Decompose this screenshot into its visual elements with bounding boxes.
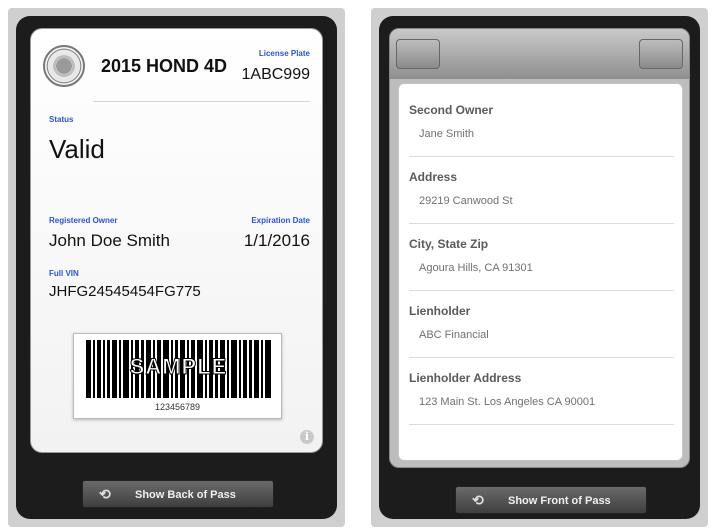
detail-row-city-state-zip: City, State Zip Agoura Hills, CA 91301 — [399, 224, 682, 291]
back-details-panel: Second Owner Jane Smith Address 29219 Ca… — [398, 83, 683, 461]
detail-label: Second Owner — [409, 103, 494, 117]
show-back-button[interactable]: ⟲ Show Back of Pass — [82, 480, 274, 508]
barcode-number: 123456789 — [154, 402, 201, 412]
header-divider — [93, 101, 310, 102]
detail-value: Agoura Hills, CA 91301 — [419, 262, 533, 274]
vin-value: JHFG24545454FG775 — [49, 283, 201, 300]
front-pass-screen: 2015 HOND 4D License Plate 1ABC999 Statu… — [16, 16, 337, 519]
top-left-button[interactable] — [396, 39, 440, 69]
front-pass-card: 2015 HOND 4D License Plate 1ABC999 Statu… — [30, 28, 323, 453]
barcode-sample-overlay: SAMPLE — [129, 354, 228, 380]
detail-value: 29219 Canwood St — [419, 195, 513, 207]
show-front-label: Show Front of Pass — [508, 495, 611, 507]
detail-row-lienholder-address: Lienholder Address 123 Main St. Los Ange… — [399, 358, 682, 425]
detail-label: City, State Zip — [409, 237, 489, 251]
vin-label: Full VIN — [49, 269, 79, 278]
detail-value: 123 Main St. Los Angeles CA 90001 — [419, 396, 596, 408]
back-pass-screen: Second Owner Jane Smith Address 29219 Ca… — [379, 16, 700, 519]
barcode-box: SAMPLE 123456789 — [73, 333, 282, 419]
row-divider — [409, 424, 674, 425]
status-label: Status — [49, 115, 74, 124]
front-pass-phone: 2015 HOND 4D License Plate 1ABC999 Statu… — [8, 8, 345, 527]
show-back-label: Show Back of Pass — [135, 489, 236, 501]
state-seal-logo — [43, 45, 85, 87]
back-top-bar — [390, 29, 689, 79]
license-plate-label: License Plate — [258, 49, 310, 58]
expiration-label: Expiration Date — [251, 216, 310, 225]
detail-row-second-owner: Second Owner Jane Smith — [399, 90, 682, 157]
status-value: Valid — [49, 134, 105, 164]
owner-value: John Doe Smith — [49, 231, 170, 250]
vehicle-title: 2015 HOND 4D — [101, 56, 228, 76]
expiration-value: 1/1/2016 — [243, 231, 310, 250]
detail-label: Address — [409, 170, 458, 184]
detail-value: ABC Financial — [419, 329, 489, 341]
detail-label: Lienholder Address — [409, 371, 522, 385]
owner-label: Registered Owner — [49, 216, 118, 225]
back-pass-card: Second Owner Jane Smith Address 29219 Ca… — [389, 28, 690, 468]
detail-row-lienholder: Lienholder ABC Financial — [399, 291, 682, 358]
license-plate-value: 1ABC999 — [241, 66, 311, 83]
show-front-button[interactable]: ⟲ Show Front of Pass — [455, 486, 647, 514]
detail-value: Jane Smith — [419, 128, 475, 140]
top-right-button[interactable] — [639, 39, 683, 69]
detail-row-address: Address 29219 Canwood St — [399, 157, 682, 224]
flip-arrows-icon: ⟲ — [472, 492, 484, 508]
info-icon[interactable]: i — [300, 430, 314, 444]
back-pass-phone: Second Owner Jane Smith Address 29219 Ca… — [371, 8, 708, 527]
detail-label: Lienholder — [409, 304, 471, 318]
flip-arrows-icon: ⟲ — [99, 486, 111, 502]
